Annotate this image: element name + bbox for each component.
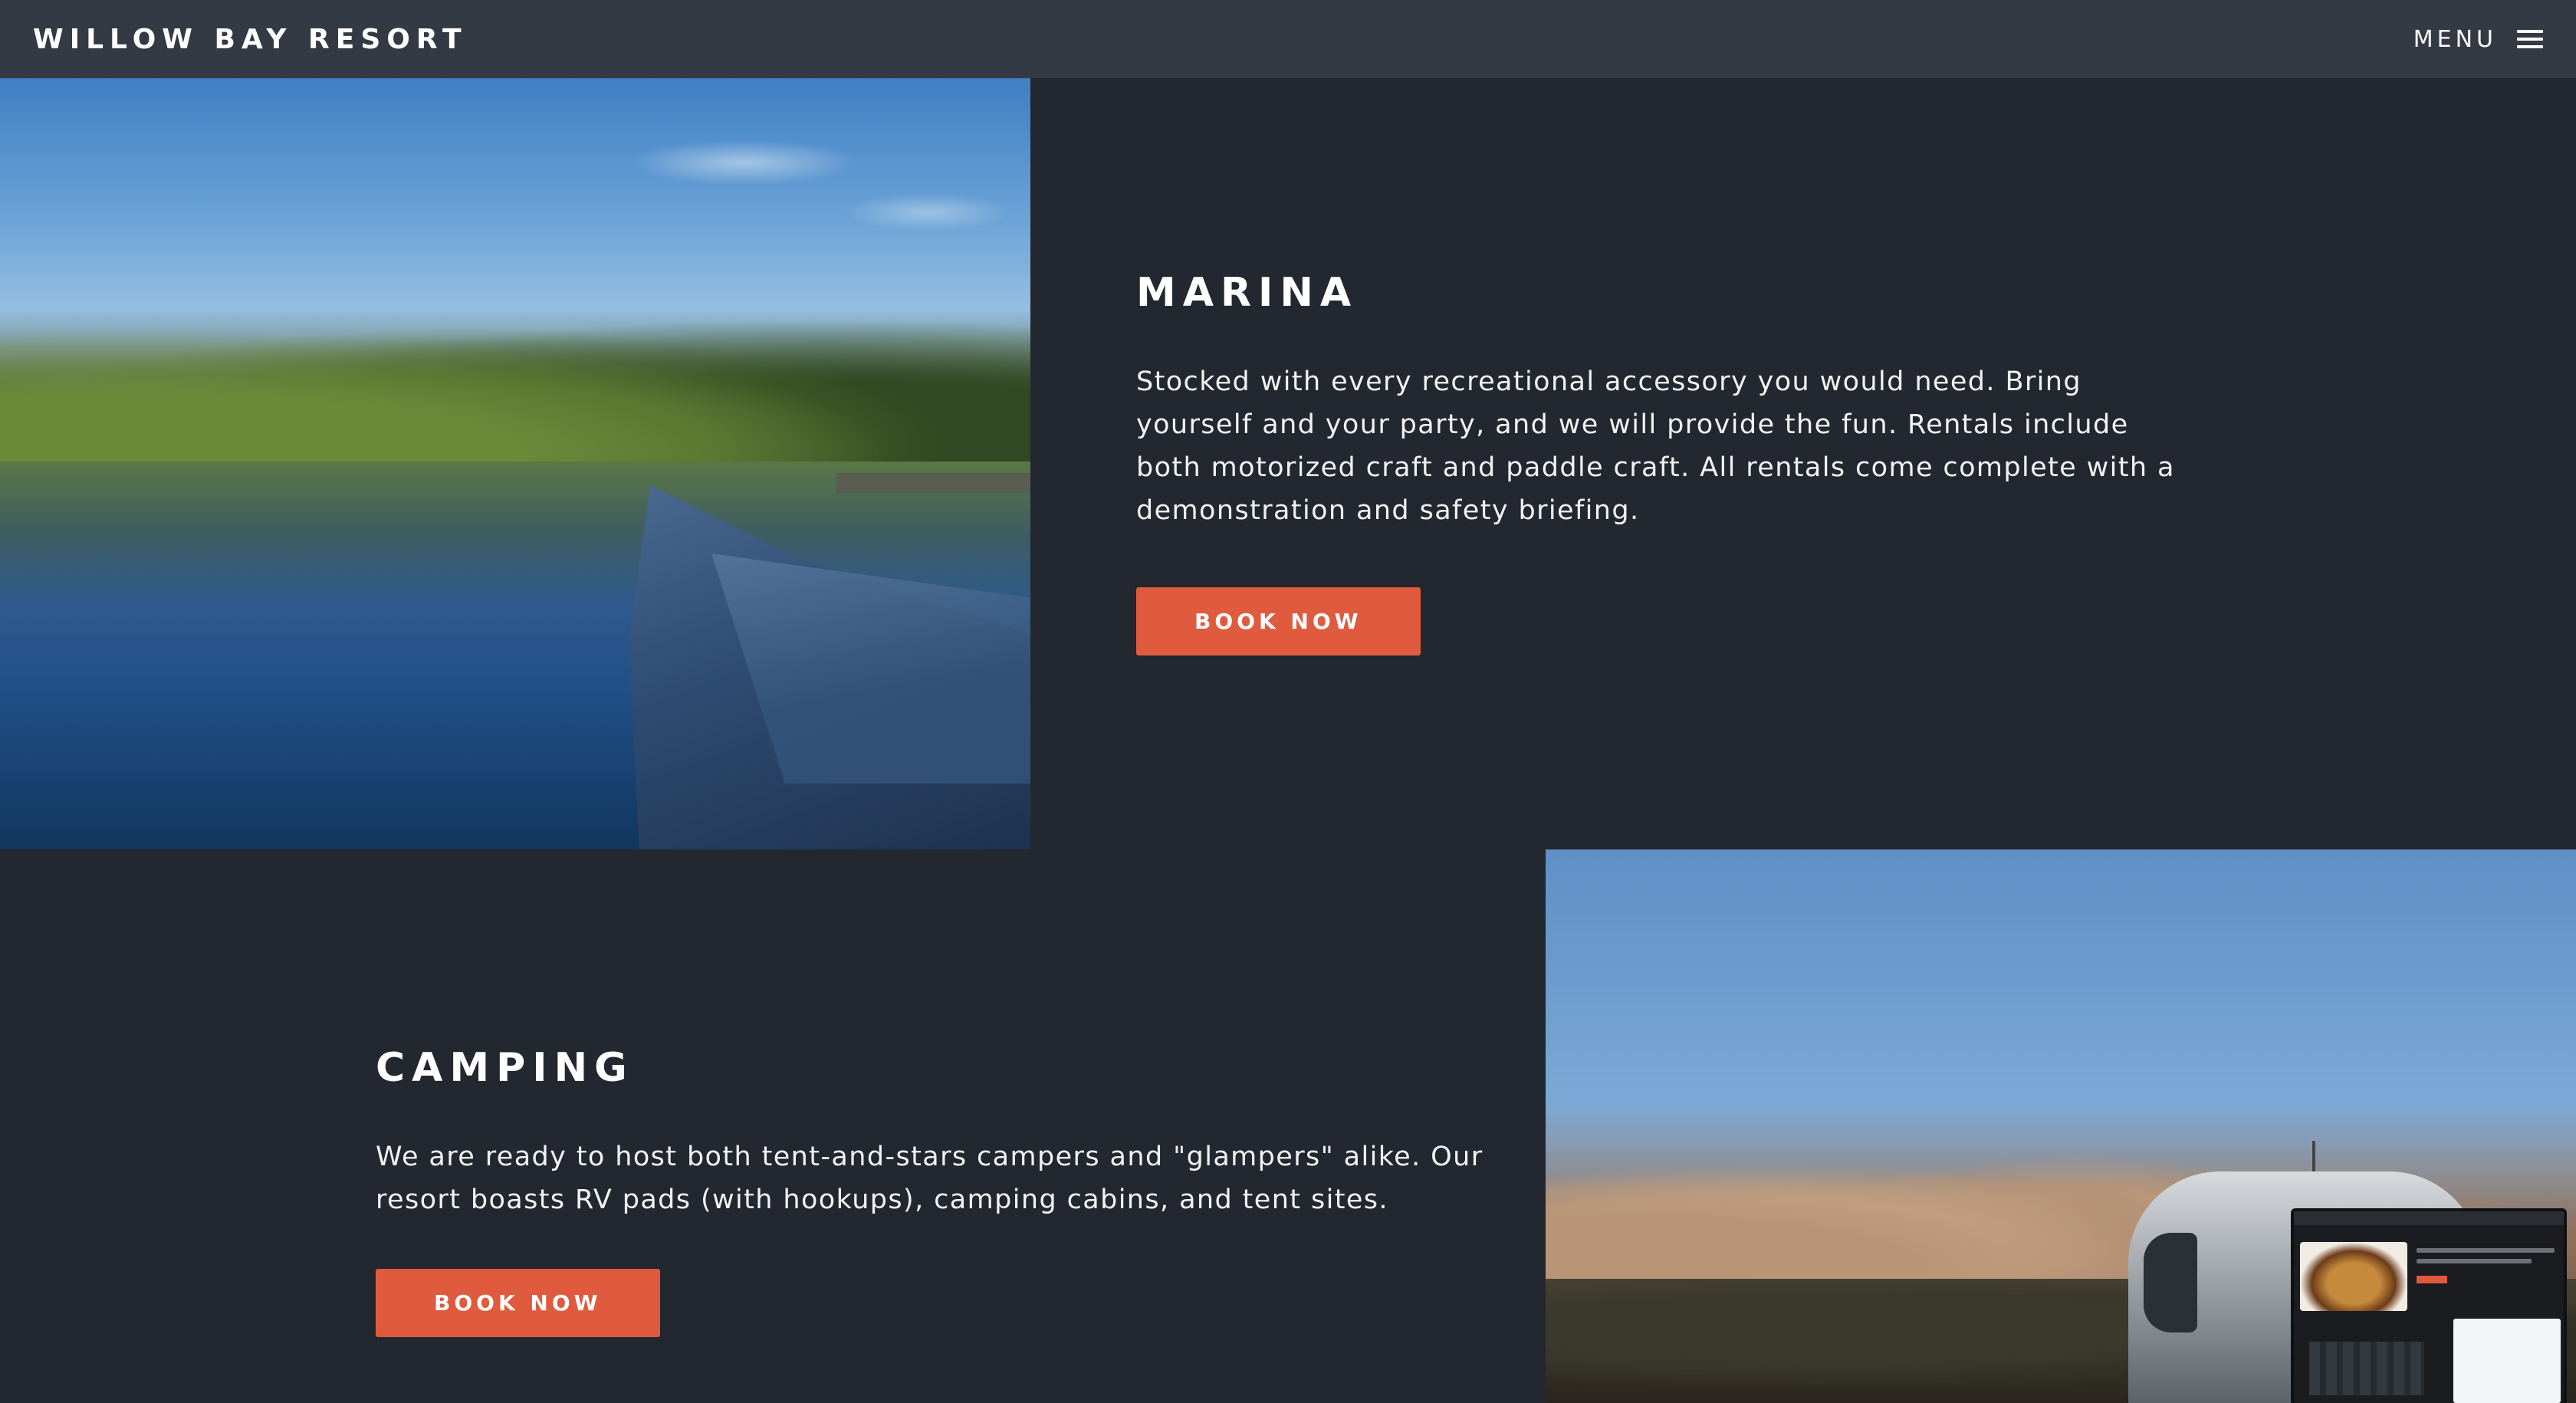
- screenshot-thumbnail: [2291, 1208, 2567, 1403]
- camping-heading: CAMPING: [376, 1045, 634, 1091]
- camping-book-now-button[interactable]: BOOK NOW: [376, 1269, 660, 1337]
- camping-section: CAMPING We are ready to host both tent-a…: [0, 849, 2576, 1403]
- menu-label: MENU: [2413, 25, 2497, 53]
- brand-logo-link[interactable]: WILLOW BAY RESORT: [33, 24, 468, 55]
- hamburger-icon: [2517, 28, 2543, 50]
- top-navbar: WILLOW BAY RESORT MENU: [0, 0, 2576, 78]
- marina-content: MARINA Stocked with every recreational a…: [1136, 270, 2210, 656]
- marina-book-now-button[interactable]: BOOK NOW: [1136, 587, 1421, 656]
- camping-image: [1546, 849, 2576, 1403]
- menu-button[interactable]: MENU: [2413, 26, 2543, 53]
- camping-content: CAMPING We are ready to host both tent-a…: [376, 1045, 1495, 1337]
- marina-heading: MARINA: [1136, 270, 1359, 316]
- marina-description: Stocked with every recreational accessor…: [1136, 366, 2175, 526]
- camping-description: We are ready to host both tent-and-stars…: [376, 1142, 1484, 1215]
- marina-image: [0, 78, 1030, 849]
- marina-section: MARINA Stocked with every recreational a…: [0, 78, 2576, 849]
